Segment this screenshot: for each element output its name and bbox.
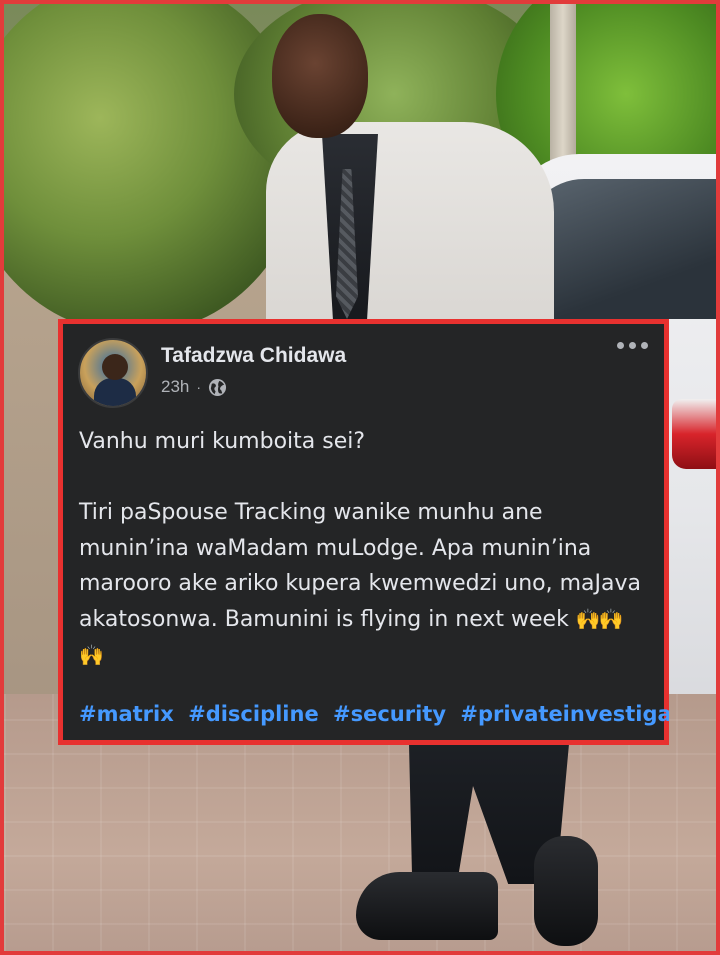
post-line: munin’ina waMadam muLodge. Apa munin’ina [79,535,592,561]
person-shoe-right [534,836,598,946]
post-timestamp[interactable]: 23h [161,377,189,397]
raising-hands-emoji: 🙌 [79,642,104,667]
more-horizontal-icon[interactable] [617,342,648,349]
post-line: Tiri paSpouse Tracking wanike munhu ane [79,500,543,525]
hashtag-row: #matrix #discipline #security #privatein… [79,702,669,726]
hashtag-link[interactable]: #security [333,702,446,726]
post-line-with-emoji: akatosonwa. Bamunini is flying in next w… [79,602,661,638]
globe-icon[interactable] [208,378,227,397]
hashtag-link[interactable]: #discipline [188,702,319,726]
post-line-emoji-only: 🙌 [79,637,661,673]
person-shoe-left [356,872,498,940]
facebook-post-card: Tafadzwa Chidawa 23h · Vanhu muri kumboi… [58,319,669,745]
car-taillight [672,399,716,469]
hashtag-link[interactable]: #privateinvestigatio [460,702,669,726]
post-line: Vanhu muri kumboita sei? [79,429,366,454]
hashtag-link[interactable]: #matrix [79,702,174,726]
avatar-figure-head [102,354,128,380]
post-meta: 23h · [161,377,227,397]
person-suit-jacket [266,122,554,332]
post-text: Vanhu muri kumboita sei? Tiri paSpouse T… [79,424,661,673]
post-line: akatosonwa. Bamunini is flying in next w… [79,606,569,632]
person-head [272,14,368,138]
avatar-figure-body [94,378,136,406]
raising-hands-emoji: 🙌🙌 [575,606,624,631]
author-name[interactable]: Tafadzwa Chidawa [161,344,346,368]
meta-separator: · [196,379,202,395]
author-avatar[interactable] [78,338,148,408]
post-line: marooro ake ariko kupera kwemwedzi uno, … [79,571,642,596]
